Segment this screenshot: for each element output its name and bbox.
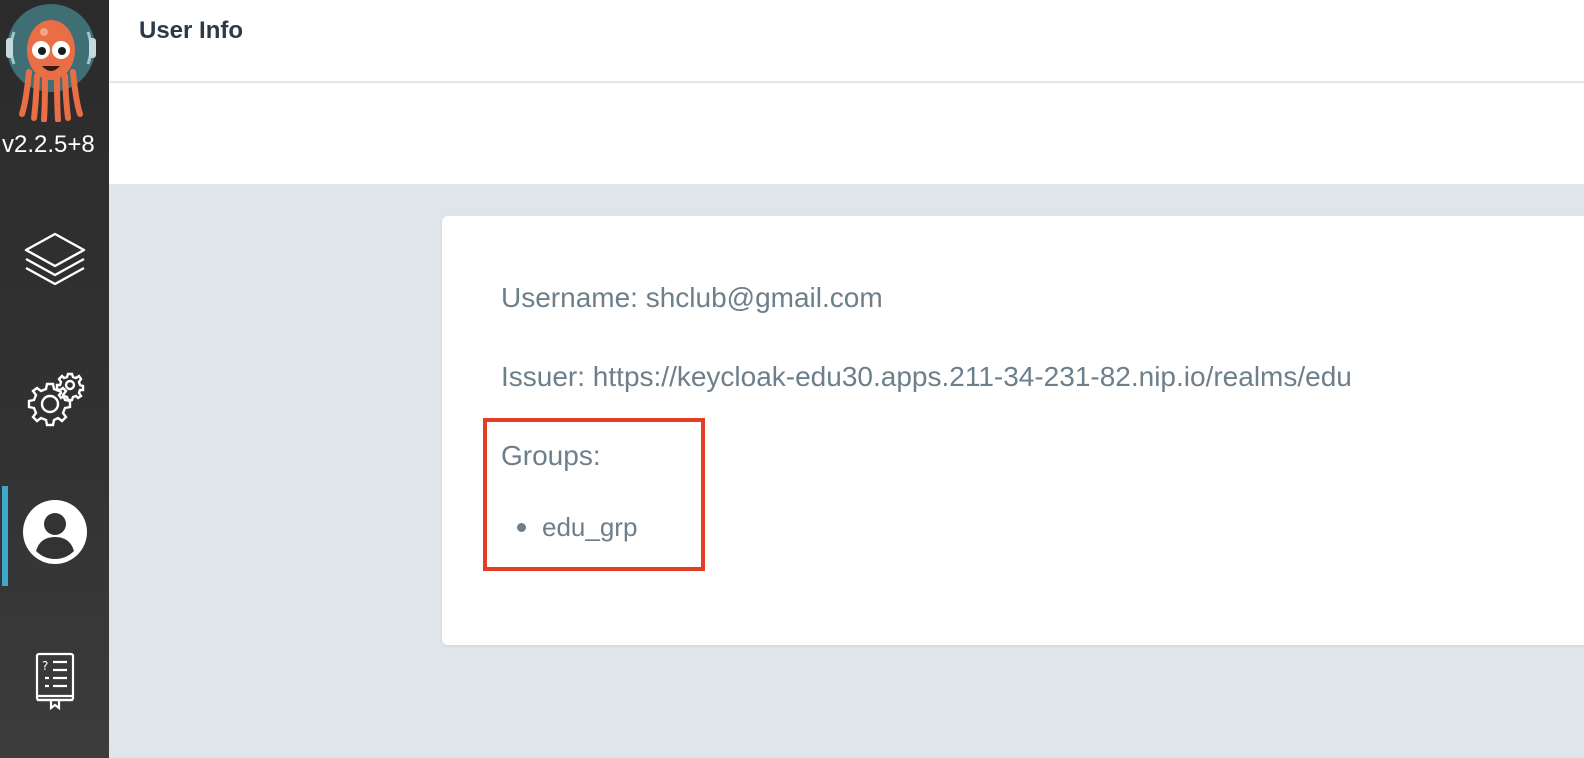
svg-text:?: ? <box>42 659 48 673</box>
groups-label: Groups: <box>501 440 601 471</box>
sidebar-item-applications[interactable] <box>0 222 109 296</box>
sidebar: v2.2.5+8 ? <box>0 0 109 758</box>
bullet-icon <box>517 523 526 532</box>
username-text: Username: shclub@gmail.com <box>501 282 883 313</box>
sidebar-item-settings[interactable] <box>0 364 109 434</box>
layers-icon <box>22 226 88 292</box>
gears-icon <box>24 368 86 430</box>
sidebar-item-user-info[interactable] <box>0 498 109 566</box>
page-header: User Info <box>109 0 1584 82</box>
page-title: User Info <box>139 17 244 44</box>
group-list: edu_grp <box>501 512 637 543</box>
toolbar-area <box>109 83 1584 184</box>
help-book-icon: ? <box>33 650 77 710</box>
user-avatar-icon <box>22 499 88 565</box>
group-name: edu_grp <box>542 512 638 542</box>
groups-highlight-box: Groups: edu_grp <box>483 418 705 571</box>
sidebar-item-documentation[interactable]: ? <box>0 648 109 712</box>
user-info-card: Username: shclub@gmail.com Issuer: https… <box>442 216 1584 645</box>
app-version: v2.2.5+8 <box>2 131 95 158</box>
argo-octopus-logo-icon[interactable] <box>4 2 98 123</box>
list-item: edu_grp <box>501 512 637 543</box>
issuer-text: Issuer: https://keycloak-edu30.apps.211-… <box>501 361 1352 392</box>
